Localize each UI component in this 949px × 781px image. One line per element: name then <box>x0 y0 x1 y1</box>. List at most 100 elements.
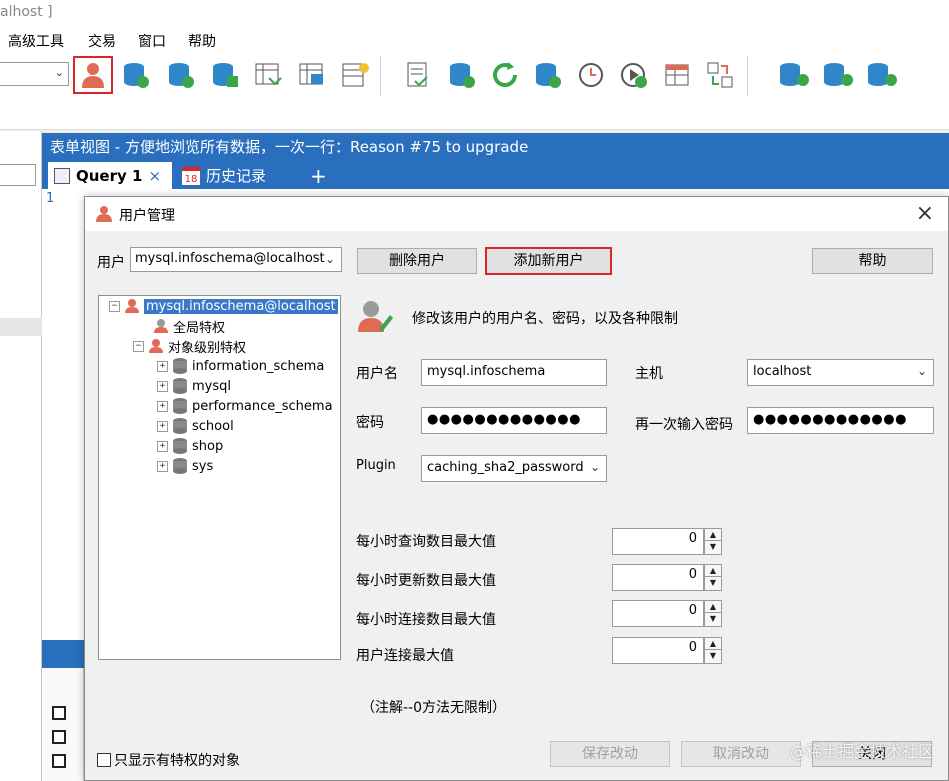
max-updates-value[interactable]: 0 <box>612 564 704 591</box>
checkbox-box[interactable] <box>97 753 111 767</box>
password-input[interactable]: ●●●●●●●●●●●●● <box>421 407 607 434</box>
delete-user-button[interactable]: 删除用户 <box>357 248 477 274</box>
table-diagnostics-button[interactable] <box>660 58 696 92</box>
schema-icon <box>342 63 369 87</box>
schema-designer-button[interactable] <box>337 58 373 92</box>
tab-history[interactable]: 18 历史记录 <box>176 162 272 189</box>
stepper-arrows[interactable]: ▲ ▼ <box>704 528 722 555</box>
max-queries-value[interactable]: 0 <box>612 528 704 555</box>
scheduler-button[interactable] <box>573 58 609 92</box>
tab-history-label: 历史记录 <box>206 167 267 185</box>
result-row-checkbox[interactable] <box>52 754 66 768</box>
max-user-connections-value[interactable]: 0 <box>612 637 704 664</box>
user-manager-button[interactable] <box>73 56 113 94</box>
arrow-up-icon[interactable]: ▲ <box>705 529 721 541</box>
arrow-up-icon[interactable]: ▲ <box>705 601 721 613</box>
stepper-arrows[interactable]: ▲ ▼ <box>704 564 722 591</box>
tree-node-database[interactable]: + information_schema <box>157 356 324 376</box>
help-button[interactable]: 帮助 <box>812 248 933 274</box>
menu-window[interactable]: 窗口 <box>138 31 166 51</box>
table-import-icon <box>255 63 282 86</box>
arrow-up-icon[interactable]: ▲ <box>705 638 721 650</box>
tree-node-global-privileges[interactable]: 全局特权 <box>153 316 225 336</box>
user-icon <box>82 63 104 88</box>
export-table-button[interactable] <box>294 58 330 92</box>
object-filter-input[interactable] <box>0 164 36 186</box>
stepper-arrows[interactable]: ▲ ▼ <box>704 637 722 664</box>
schema-sync-button[interactable] <box>702 58 738 92</box>
table-settings-icon <box>665 64 689 86</box>
tree-node-database[interactable]: + sys <box>157 456 213 476</box>
sync-database-button[interactable] <box>444 58 480 92</box>
connection-combo[interactable]: ⌄ <box>0 62 69 86</box>
result-row-checkbox[interactable] <box>52 706 66 720</box>
arrow-down-icon[interactable]: ▼ <box>705 613 721 625</box>
stepper-arrows[interactable]: ▲ ▼ <box>704 600 722 627</box>
copy-database-button[interactable] <box>207 58 243 92</box>
max-connections-stepper[interactable]: 0 ▲ ▼ <box>612 600 723 627</box>
host-select[interactable]: localhost ⌄ <box>747 359 934 386</box>
privilege-tree: − mysql.infoschema@localhost 全局特权 − 对象级别… <box>98 295 341 660</box>
object-browser-selected-row[interactable] <box>0 318 42 336</box>
add-tab-button[interactable]: + <box>304 162 333 189</box>
add-user-button[interactable]: 添加新用户 <box>485 247 612 275</box>
add-database-button[interactable] <box>118 58 154 92</box>
object-browser-panel <box>0 131 42 781</box>
expand-icon[interactable]: + <box>157 460 168 472</box>
repeat-password-input[interactable]: ●●●●●●●●●●●●● <box>747 407 934 434</box>
max-user-connections-stepper[interactable]: 0 ▲ ▼ <box>612 637 723 664</box>
run-job-button[interactable] <box>616 58 652 92</box>
menu-transaction[interactable]: 交易 <box>88 31 116 51</box>
username-input[interactable]: mysql.infoschema <box>421 359 607 386</box>
result-row-checkbox[interactable] <box>52 730 66 744</box>
data-compare-button[interactable] <box>820 58 856 92</box>
backup-database-button[interactable] <box>163 58 199 92</box>
save-changes-button[interactable]: 保存改动 <box>550 741 670 767</box>
database-icon <box>173 418 187 434</box>
database-up-icon <box>169 63 194 88</box>
menu-help[interactable]: 帮助 <box>188 31 216 51</box>
tree-node-database[interactable]: + performance_schema <box>157 396 333 416</box>
menu-advanced-tools[interactable]: 高级工具 <box>8 31 64 51</box>
expand-icon[interactable]: + <box>157 400 168 412</box>
only-privileged-objects-label: 只显示有特权的对象 <box>114 753 240 769</box>
user-select[interactable]: mysql.infoschema@localhost ⌄ <box>130 247 342 272</box>
tree-node-database[interactable]: + school <box>157 416 234 436</box>
cancel-changes-button[interactable]: 取消改动 <box>681 741 801 767</box>
close-icon[interactable]: × <box>916 201 934 226</box>
expand-icon[interactable]: + <box>157 380 168 392</box>
arrow-down-icon[interactable]: ▼ <box>705 541 721 553</box>
import-table-button[interactable] <box>250 58 286 92</box>
arrow-down-icon[interactable]: ▼ <box>705 577 721 589</box>
database-job-button[interactable] <box>530 58 566 92</box>
data-sync-button[interactable] <box>776 58 812 92</box>
refresh-icon <box>493 62 517 87</box>
max-queries-stepper[interactable]: 0 ▲ ▼ <box>612 528 723 555</box>
tree-node-label: shop <box>192 438 224 454</box>
arrow-down-icon[interactable]: ▼ <box>705 650 721 662</box>
tab-query-1[interactable]: Query 1 × <box>48 162 172 189</box>
expand-icon[interactable]: + <box>157 360 168 372</box>
close-icon[interactable]: × <box>148 167 161 185</box>
data-migrate-button[interactable] <box>864 58 900 92</box>
expand-icon[interactable]: + <box>157 420 168 432</box>
plugin-select[interactable]: caching_sha2_password ⌄ <box>421 455 607 482</box>
tree-node-database[interactable]: + shop <box>157 436 223 456</box>
max-connections-value[interactable]: 0 <box>612 600 704 627</box>
database-icon <box>173 378 187 394</box>
tree-node-database[interactable]: + mysql <box>157 376 231 396</box>
query-builder-button[interactable] <box>400 58 436 92</box>
editor-tab-bar: Query 1 × 18 历史记录 + <box>42 159 949 189</box>
collapse-icon[interactable]: − <box>133 340 144 352</box>
tree-node-object-privileges[interactable]: − 对象级别特权 <box>133 336 246 356</box>
refresh-button[interactable] <box>488 58 524 92</box>
arrow-up-icon[interactable]: ▲ <box>705 565 721 577</box>
collapse-icon[interactable]: − <box>109 300 120 312</box>
compare-icon <box>707 62 733 88</box>
only-privileged-objects-checkbox[interactable]: 只显示有特权的对象 <box>97 750 240 770</box>
tree-node-user[interactable]: − mysql.infoschema@localhost <box>109 296 338 316</box>
expand-icon[interactable]: + <box>157 440 168 452</box>
max-updates-stepper[interactable]: 0 ▲ ▼ <box>612 564 723 591</box>
chevron-down-icon: ⌄ <box>589 460 600 474</box>
max-queries-label: 每小时查询数目最大值 <box>356 534 496 550</box>
